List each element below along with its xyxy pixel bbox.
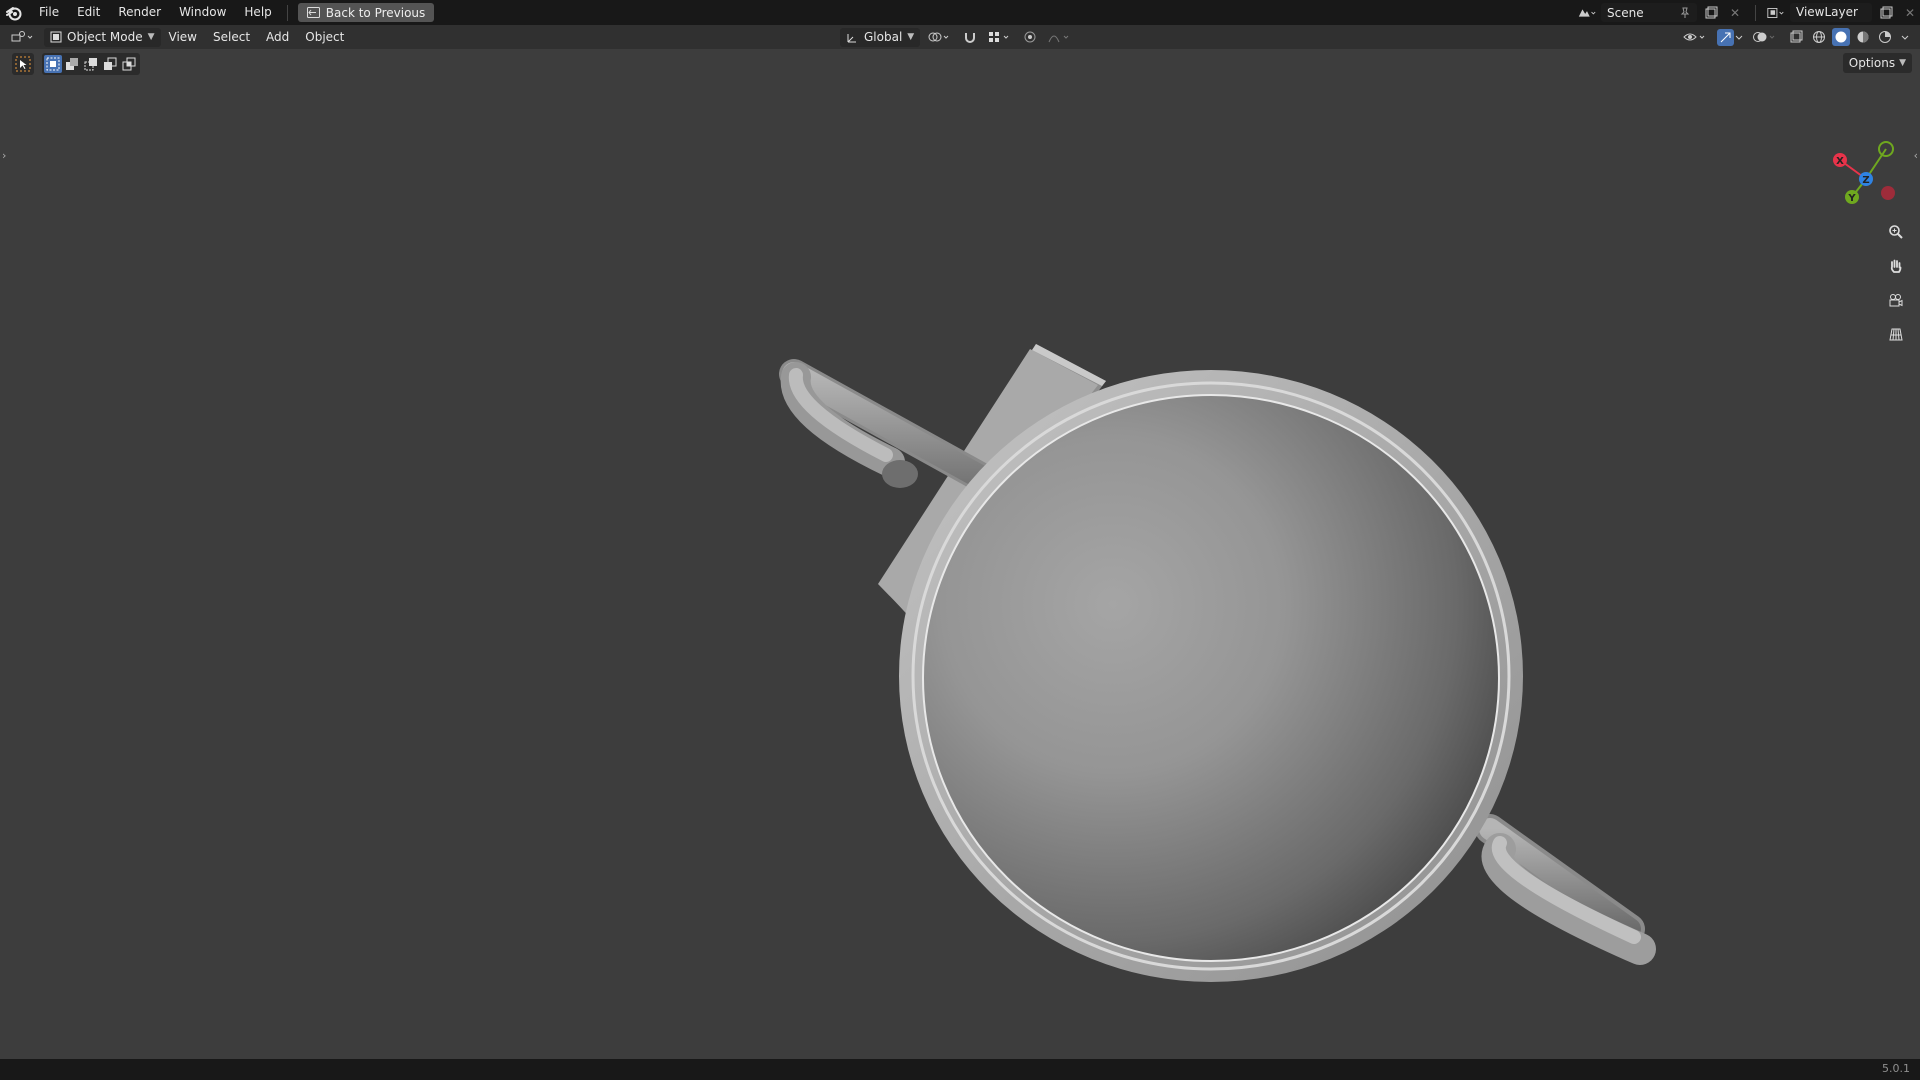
overlays-icon[interactable]	[1750, 28, 1782, 47]
header-menu-view[interactable]: View	[161, 30, 205, 44]
grid-ortho-icon[interactable]	[1883, 321, 1909, 347]
version-label: 5.0.1	[1882, 1062, 1910, 1075]
scene-browse-icon[interactable]	[1577, 3, 1597, 22]
view-layer-name: ViewLayer	[1796, 5, 1858, 19]
topbar-right: Scene ✕ ViewLayer ✕	[1577, 0, 1920, 25]
sidebar-expand-icon[interactable]: ‹	[1914, 149, 1918, 162]
remove-scene-icon[interactable]: ✕	[1725, 3, 1745, 22]
xray-toggle-icon[interactable]	[1786, 28, 1806, 47]
header-menu-select[interactable]: Select	[205, 30, 258, 44]
falloff-curve-icon[interactable]	[1046, 28, 1074, 47]
snap-toggle-icon[interactable]	[960, 28, 980, 47]
mode-dropdown[interactable]: Object Mode ▼	[44, 27, 161, 47]
blender-logo-icon[interactable]	[6, 5, 22, 21]
object-mode-icon	[50, 31, 62, 43]
toolbar-expand-icon[interactable]: ›	[2, 149, 6, 162]
screen-back-icon	[306, 7, 320, 18]
status-bar: 5.0.1	[0, 1059, 1920, 1080]
view-layer-field[interactable]: ViewLayer	[1790, 3, 1872, 22]
divider	[1755, 4, 1756, 21]
new-scene-icon[interactable]	[1701, 3, 1721, 22]
menu-window[interactable]: Window	[170, 0, 235, 25]
x-axis-label: X	[1836, 156, 1844, 167]
menu-file[interactable]: File	[30, 0, 68, 25]
editor-type-icon[interactable]	[8, 28, 40, 47]
back-to-previous-label: Back to Previous	[325, 5, 426, 20]
viewport-display-tools	[1682, 25, 1912, 49]
y-axis-label: Y	[1847, 193, 1856, 204]
viewport-header: Object Mode ▼ View Select Add Object Glo…	[0, 25, 1920, 49]
visibility-eye-icon[interactable]	[1682, 28, 1710, 47]
handle-right	[1475, 814, 1656, 965]
proportional-edit-icon[interactable]	[1020, 28, 1040, 47]
pin-icon[interactable]	[1679, 7, 1691, 19]
pivot-point-icon[interactable]	[926, 28, 954, 47]
divider	[286, 4, 288, 21]
snap-target-icon[interactable]	[986, 28, 1014, 47]
camera-view-icon[interactable]	[1883, 287, 1909, 313]
cup-model[interactable]	[700, 309, 1660, 1009]
rendered-shading-icon[interactable]	[1876, 28, 1894, 46]
hand-pan-icon[interactable]	[1883, 253, 1909, 279]
z-axis-label: Z	[1862, 175, 1869, 186]
gizmo-toggle-icon[interactable]	[1714, 28, 1746, 47]
view-layer-browse-icon[interactable]	[1766, 3, 1786, 22]
wireframe-shading-icon[interactable]	[1810, 28, 1828, 46]
axis-orientation-icon	[847, 33, 856, 42]
shading-options-chevron-icon[interactable]	[1898, 28, 1912, 47]
top-bar: File Edit Render Window Help Back to Pre…	[0, 0, 1920, 25]
orientation-dropdown[interactable]: Global ▼	[840, 27, 921, 47]
navigation-gizmo[interactable]: X Z Y	[1826, 141, 1898, 213]
zoom-icon[interactable]	[1883, 219, 1909, 245]
orientation-label: Global	[864, 30, 903, 44]
header-menu-object[interactable]: Object	[297, 30, 352, 44]
3d-viewport[interactable]: › ‹ X Z Y	[0, 49, 1920, 1059]
header-menu-add[interactable]: Add	[258, 30, 297, 44]
cup-interior	[923, 395, 1499, 961]
chevron-down-icon: ▼	[147, 32, 155, 42]
scene-selector[interactable]: Scene	[1601, 3, 1697, 22]
menu-help[interactable]: Help	[235, 0, 280, 25]
remove-view-layer-icon[interactable]: ✕	[1900, 3, 1920, 22]
menu-edit[interactable]: Edit	[68, 0, 109, 25]
menu-render[interactable]: Render	[109, 0, 170, 25]
back-to-previous-button[interactable]: Back to Previous	[297, 3, 435, 22]
navigation-buttons	[1883, 219, 1909, 347]
scene-name: Scene	[1607, 5, 1644, 20]
solid-shading-icon[interactable]	[1832, 28, 1850, 46]
neg-x-axis-icon[interactable]	[1881, 186, 1895, 200]
material-shading-icon[interactable]	[1854, 28, 1872, 46]
chevron-down-icon: ▼	[907, 32, 915, 42]
transform-tools: Global ▼	[836, 25, 1074, 49]
new-view-layer-icon[interactable]	[1876, 3, 1896, 22]
mode-label: Object Mode	[67, 30, 143, 44]
